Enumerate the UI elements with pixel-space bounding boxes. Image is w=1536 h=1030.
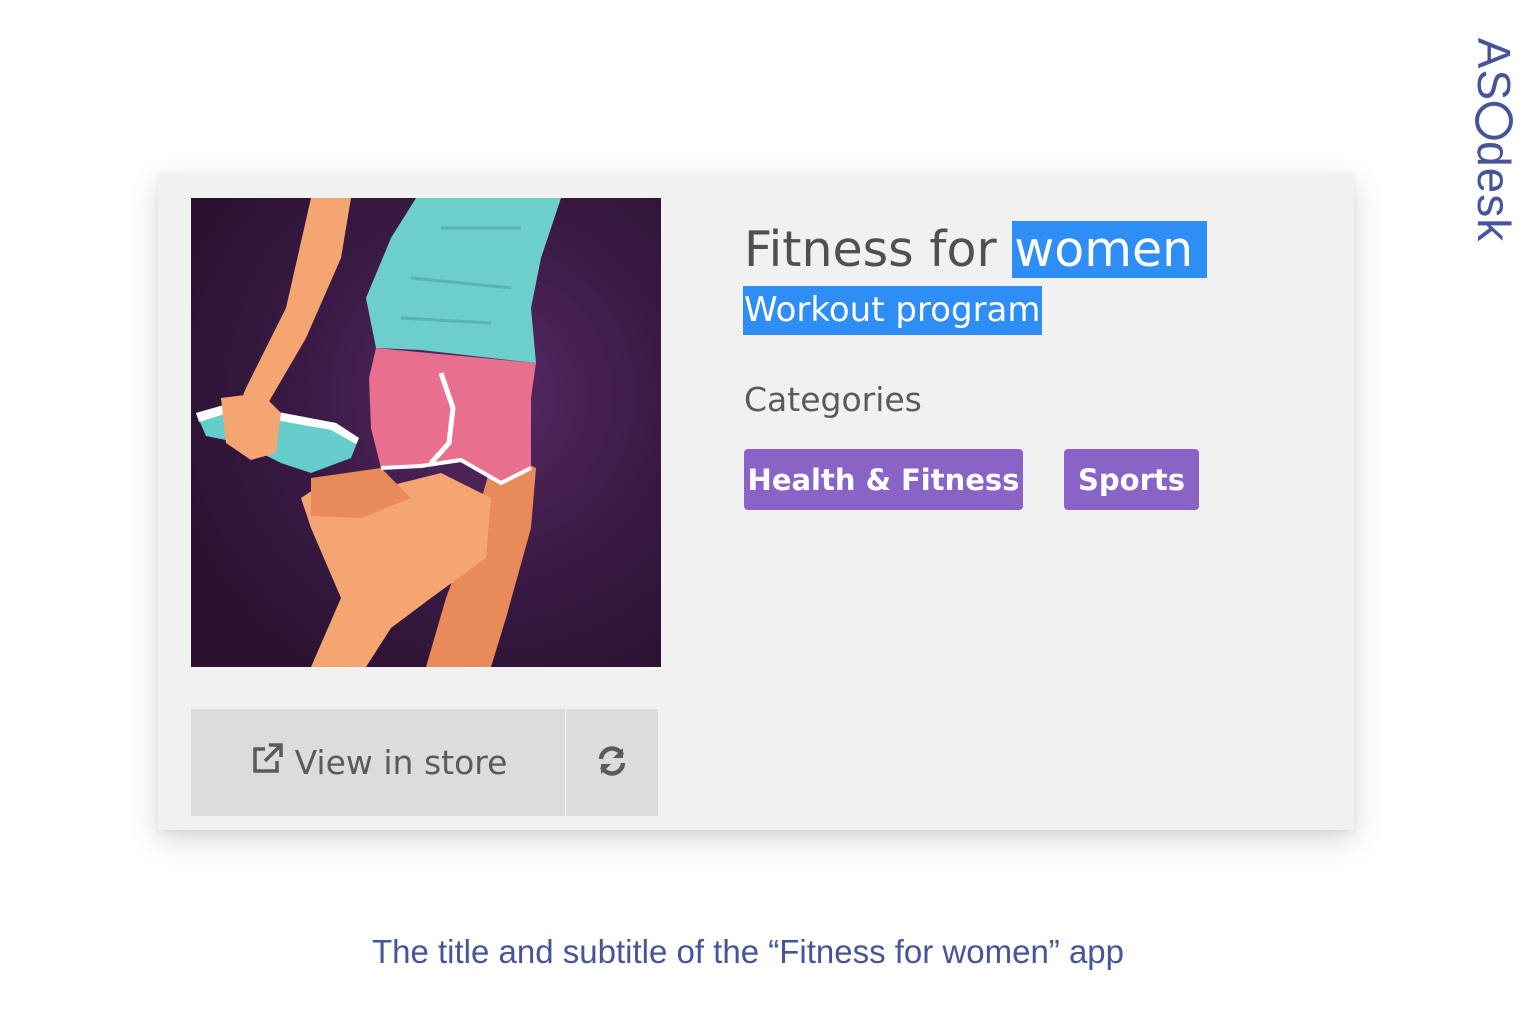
view-in-store-button[interactable]: View in store bbox=[191, 709, 565, 816]
logo-suffix: desk bbox=[1468, 141, 1520, 243]
app-title-highlight: women bbox=[1012, 221, 1208, 278]
logo-o-icon bbox=[1475, 102, 1513, 141]
logo-prefix: AS bbox=[1468, 37, 1520, 102]
category-tag-sports[interactable]: Sports bbox=[1064, 449, 1199, 510]
app-title: Fitness for women bbox=[744, 217, 1208, 283]
view-in-store-label: View in store bbox=[294, 743, 508, 782]
category-tag-health-fitness[interactable]: Health & Fitness bbox=[744, 449, 1023, 510]
app-icon-image bbox=[191, 198, 661, 667]
refresh-icon bbox=[595, 744, 629, 782]
refresh-button[interactable] bbox=[566, 709, 658, 816]
action-buttons: View in store bbox=[191, 709, 658, 816]
asodesk-logo: AS desk bbox=[1467, 38, 1521, 243]
categories-label: Categories bbox=[744, 380, 922, 419]
app-card: View in store Fitness for women Workout … bbox=[158, 173, 1354, 830]
app-subtitle: Workout program bbox=[743, 286, 1042, 335]
external-link-icon bbox=[249, 741, 285, 785]
image-caption: The title and subtitle of the “Fitness f… bbox=[371, 933, 1125, 970]
app-title-prefix: Fitness for bbox=[744, 221, 1013, 278]
